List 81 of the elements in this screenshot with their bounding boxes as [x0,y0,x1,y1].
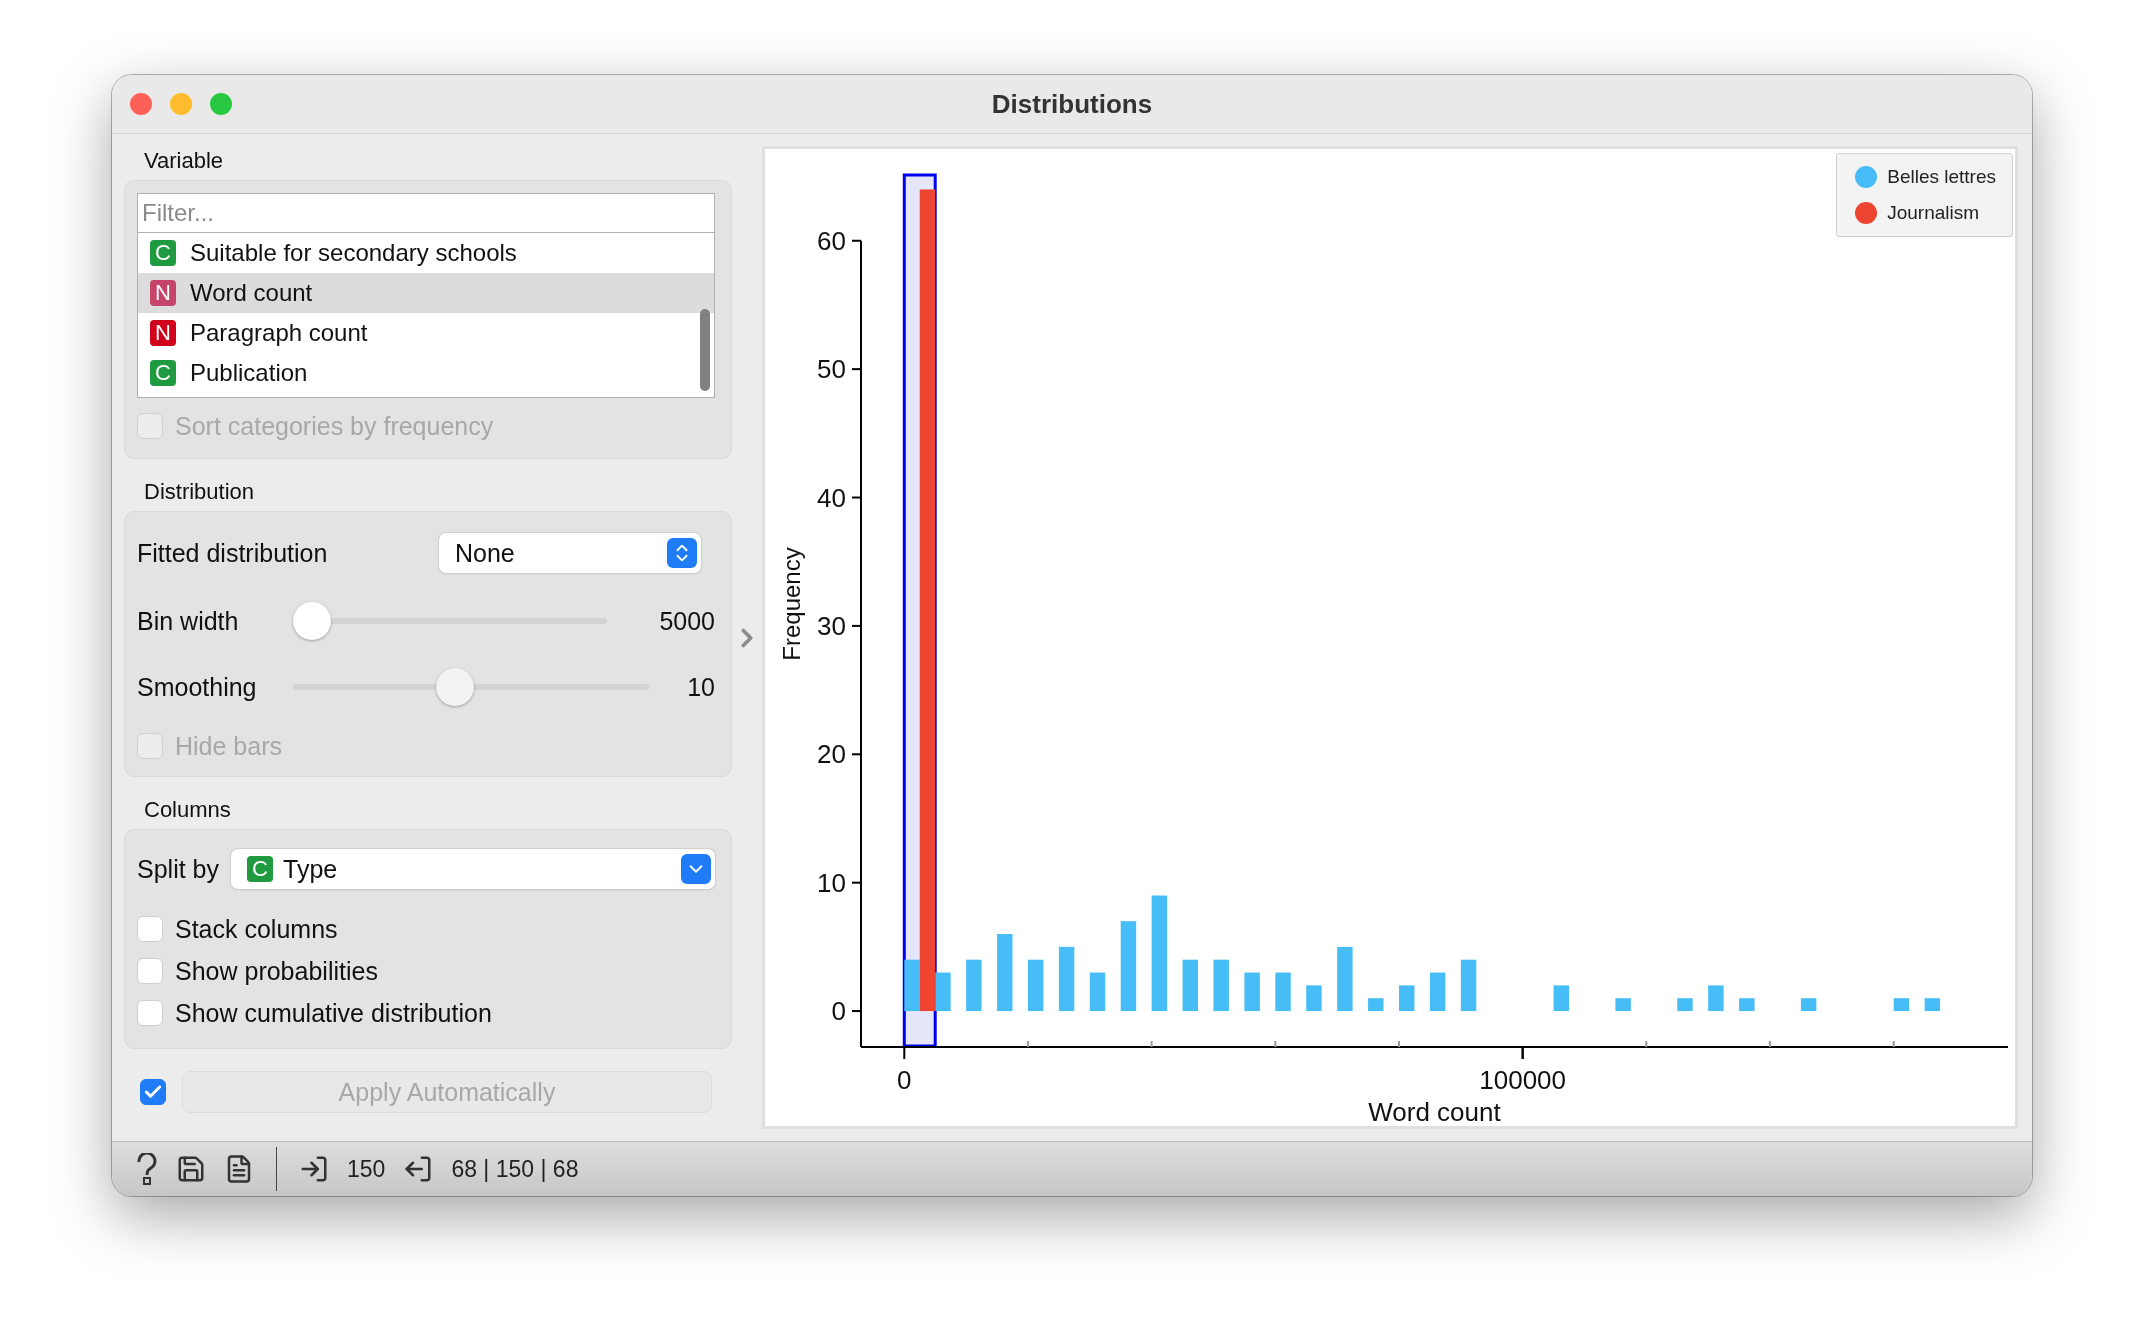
histogram-bar [1368,998,1384,1012]
y-tick-label: 0 [831,996,846,1027]
histogram-bar [1893,998,1910,1012]
section-heading: Variable [144,148,225,174]
type-badge: C [150,240,176,266]
y-tick-label: 20 [817,739,846,770]
histogram-bar [1244,972,1260,1012]
variable-item[interactable]: N Word count [138,273,714,313]
filter-field[interactable]: Filter... [137,193,715,233]
histogram-bar [1275,972,1291,1012]
histogram-bar [1800,998,1817,1012]
y-axis-title: Frequency [778,547,805,661]
histogram-bar [1182,959,1198,1012]
split-by-dropdown[interactable]: C Type [231,849,715,889]
checkbox[interactable] [137,958,163,984]
y-tick-label: 10 [817,867,846,898]
updown-chevron-icon [667,538,697,568]
bin-width-slider[interactable] [293,602,608,640]
histogram-bar [1399,985,1415,1012]
field-label: Fitted distribution [137,538,329,568]
section-heading: Distribution [144,479,256,505]
chevron-down-icon [681,854,711,884]
y-tick-label: 40 [817,482,846,513]
x-axis-title: Word count [1368,1097,1501,1126]
histogram-bar [1213,959,1229,1012]
slider-value: 5000 [659,606,715,636]
slider-value: 10 [687,672,715,702]
output-count: 68 | 150 | 68 [451,1155,579,1183]
histogram-bar [1708,985,1724,1012]
histogram-bar [1739,998,1755,1012]
window-title: Distributions [991,88,1153,120]
histogram-bar [1306,985,1322,1012]
variable-label: Publication [190,359,308,387]
type-badge: N [150,320,176,346]
histogram-bar [1460,959,1477,1012]
checkbox-label: Hide bars [175,731,282,761]
save-icon[interactable] [176,1154,206,1184]
type-badge: C [247,856,273,882]
field-label: Bin width [137,606,240,636]
histogram-bar [1429,972,1446,1012]
legend-label: Belles lettres [1887,166,1996,188]
checkbox-label: Stack columns [175,914,338,944]
histogram-bar [1924,998,1941,1012]
histogram-bar [1615,998,1631,1012]
checkbox[interactable] [137,916,163,942]
fitted-distribution-dropdown[interactable]: None [439,533,701,573]
variable-label: Paragraph count [190,319,368,347]
histogram-bar [966,959,982,1012]
histogram-bar [1058,946,1075,1012]
type-badge: C [150,360,176,386]
type-badge: N [150,280,176,306]
zoom-button[interactable] [210,93,232,115]
checkbox-label: Show cumulative distribution [175,998,492,1028]
field-label: Smoothing [137,672,258,702]
field-label: Split by [137,854,219,884]
x-tick-label: 100000 [1479,1065,1567,1095]
histogram-bar [1337,946,1353,1012]
scrollbar[interactable] [700,309,710,391]
slider-thumb[interactable] [293,602,331,640]
checkbox-label: Sort categories by frequency [175,411,494,441]
minimize-button[interactable] [170,93,192,115]
variable-label: Suitable for secondary schools [190,239,517,267]
y-tick-label: 50 [817,354,846,385]
output-icon [403,1154,434,1184]
input-icon [299,1154,329,1184]
variable-label: Word count [190,279,313,307]
checkbox-label: Show probabilities [175,956,378,986]
histogram-bar [1677,998,1693,1012]
histogram-bar [1089,972,1106,1012]
input-count: 150 [347,1155,386,1183]
histogram-bar [1553,985,1570,1012]
x-tick-label: 0 [897,1065,912,1095]
histogram-bar [1027,959,1044,1012]
smoothing-slider[interactable] [293,668,650,706]
y-tick-label: 30 [817,610,846,641]
section-heading: Columns [144,797,232,823]
checkbox[interactable] [137,1000,163,1026]
help-icon[interactable] [136,1153,158,1185]
close-button[interactable] [130,93,152,115]
y-tick-label: 60 [817,225,846,256]
legend-label: Journalism [1887,202,1980,224]
